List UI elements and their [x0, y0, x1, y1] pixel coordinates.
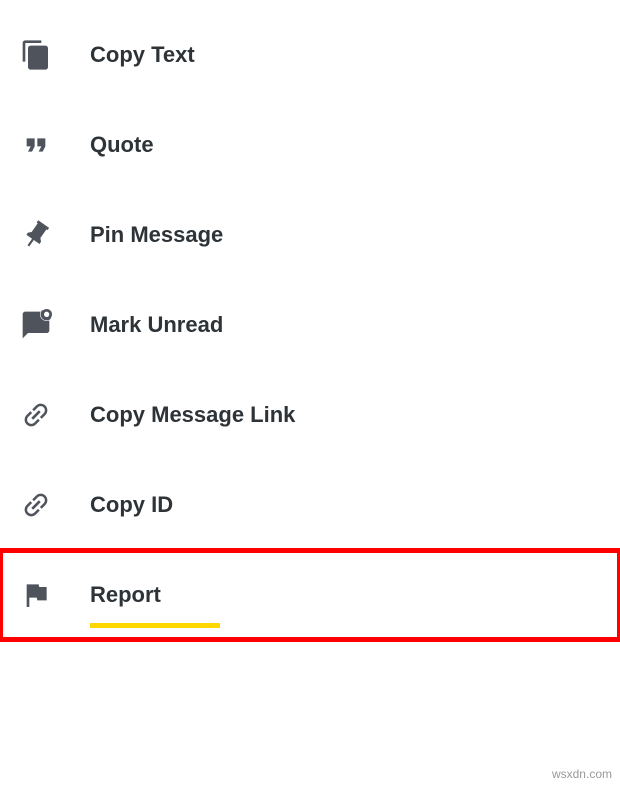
copy-icon [20, 38, 60, 72]
menu-item-label: Report [90, 582, 161, 608]
menu-item-copy-text[interactable]: Copy Text [0, 10, 620, 100]
menu-item-copy-id[interactable]: Copy ID [0, 460, 620, 550]
menu-item-label: Copy Message Link [90, 402, 295, 428]
menu-item-label: Copy ID [90, 492, 173, 518]
menu-item-report[interactable]: Report [0, 550, 620, 640]
link-icon [20, 398, 60, 432]
menu-item-label: Pin Message [90, 222, 223, 248]
pin-icon [20, 218, 60, 252]
link-icon [20, 488, 60, 522]
menu-item-label: Copy Text [90, 42, 195, 68]
unread-icon [20, 308, 60, 342]
menu-item-copy-message-link[interactable]: Copy Message Link [0, 370, 620, 460]
menu-item-pin-message[interactable]: Pin Message [0, 190, 620, 280]
menu-item-mark-unread[interactable]: Mark Unread [0, 280, 620, 370]
menu-item-label: Quote [90, 132, 154, 158]
menu-item-label: Mark Unread [90, 312, 223, 338]
quote-icon [20, 128, 60, 162]
highlight-underline [90, 623, 220, 628]
flag-icon [20, 578, 60, 612]
context-menu: Copy Text Quote Pin Message Mark Unread … [0, 0, 620, 640]
watermark: wsxdn.com [552, 767, 612, 781]
menu-item-quote[interactable]: Quote [0, 100, 620, 190]
